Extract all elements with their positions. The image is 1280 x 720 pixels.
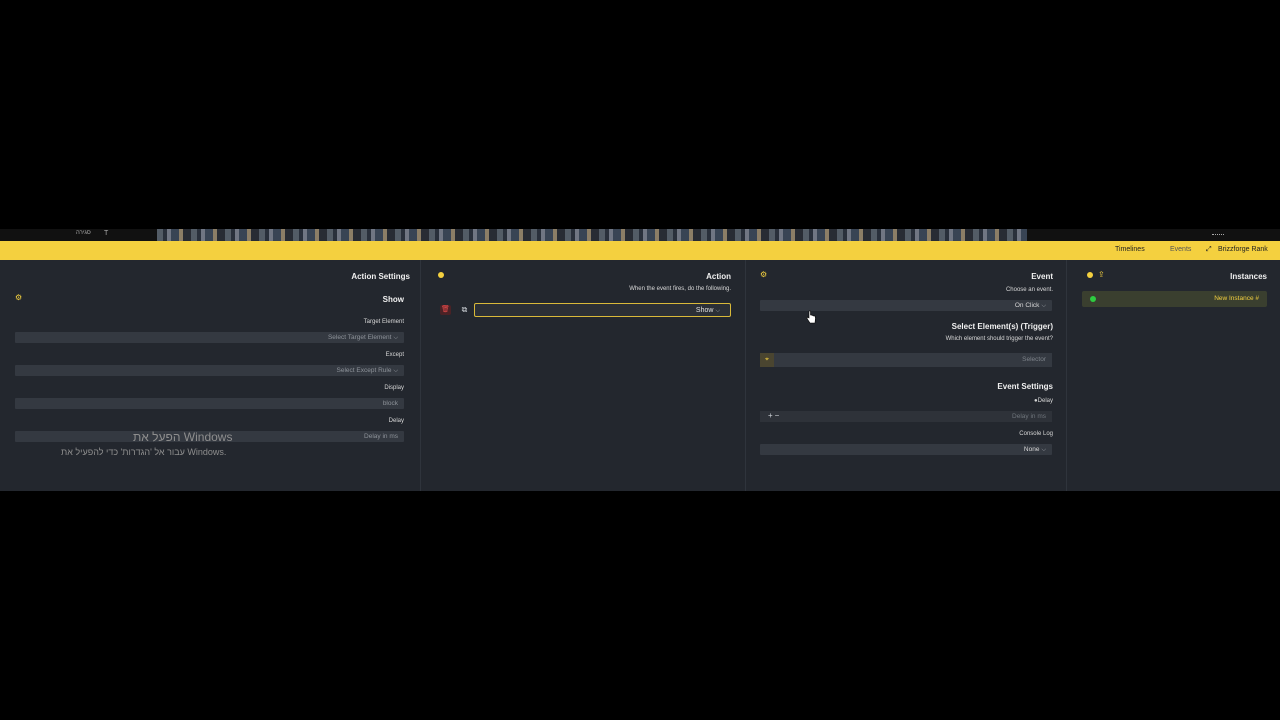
selector-input[interactable]: ⌖ Selector [760, 353, 1052, 367]
except-placeholder: Select Except Rule [336, 367, 392, 374]
chevron-down-icon: ⌵ [393, 335, 398, 341]
link-icon[interactable]: ⤢ [1206, 246, 1212, 254]
chevron-down-icon: ⌵ [393, 368, 398, 374]
activation-watermark-title: הפעל את Windows [133, 430, 233, 444]
event-title: Event [1031, 272, 1053, 281]
except-label: Except [385, 352, 404, 358]
target-element-placeholder: Select Target Element [327, 334, 392, 341]
instance-item[interactable]: New Instance # [1082, 291, 1267, 307]
event-settings-icon[interactable]: ⚙ [760, 271, 767, 279]
background-photo-strip: סגירה T [0, 229, 1280, 241]
picker-icon[interactable]: ⌖ [760, 353, 774, 367]
plus-minus-icon[interactable]: +− [768, 411, 781, 420]
trigger-title: Select Element(s) (Trigger) [951, 322, 1053, 331]
action-title: Action [706, 272, 731, 281]
divider [420, 260, 421, 491]
console-log-value: None [1023, 446, 1040, 453]
display-value: block [382, 400, 398, 407]
instances-title: Instances [1230, 272, 1267, 281]
text-tool-icon[interactable]: T [104, 230, 108, 237]
dots-icon[interactable] [1212, 234, 1224, 237]
duplicate-icon[interactable]: ⧉ [459, 305, 470, 315]
display-label: Display [384, 385, 404, 391]
settings-icon[interactable]: ⚙ [15, 294, 22, 302]
event-type-select[interactable]: On Click ⌵ [760, 300, 1052, 311]
action-settings-title: Action Settings [351, 272, 410, 281]
hand-cursor-icon [806, 310, 816, 324]
divider [745, 260, 746, 491]
nav-rank[interactable]: Brizzforge Rank [1218, 246, 1268, 253]
target-element-select[interactable]: Select Target Element ⌵ [15, 332, 404, 343]
status-dot-icon [1090, 296, 1096, 302]
add-instance-icon[interactable] [1087, 272, 1093, 278]
event-delay-stepper[interactable]: +− Delay in ms [760, 411, 1052, 422]
event-settings-title: Event Settings [997, 382, 1053, 391]
event-delay-text: Delay [1037, 398, 1053, 404]
action-type-select[interactable]: Show ⌵ [474, 303, 731, 317]
nav-events[interactable]: Events [1170, 246, 1191, 253]
console-log-select[interactable]: None ⌵ [760, 444, 1052, 455]
delay-label: Delay [388, 418, 404, 424]
nav-timelines[interactable]: Timelines [1115, 246, 1145, 253]
event-delay-placeholder: Delay in ms [1012, 413, 1046, 420]
chevron-down-icon: ⌵ [1041, 303, 1046, 309]
export-icon[interactable]: ⇪ [1098, 271, 1105, 279]
event-delay-label: ●Delay [990, 398, 1053, 404]
activation-watermark-text: עבור אל 'הגדרות' כדי להפעיל את Windows. [61, 447, 227, 457]
chevron-down-icon: ⌵ [715, 308, 720, 314]
action-subtitle: When the event fires, do the following. [629, 286, 731, 292]
selector-placeholder: Selector [1022, 356, 1046, 363]
action-type-value: Show [695, 307, 714, 314]
instance-label: New Instance # [1214, 295, 1259, 302]
trigger-subtitle: Which element should trigger the event? [945, 336, 1053, 342]
chevron-down-icon: ⌵ [1041, 447, 1046, 453]
trash-icon[interactable]: 🗑 [440, 305, 451, 315]
choose-event-label: Choose an event. [1005, 287, 1053, 293]
top-nav: Timelines Events ⤢ Brizzforge Rank [0, 241, 1280, 260]
target-element-label: Target Element [363, 319, 404, 325]
strip-left-text: סגירה [76, 230, 91, 236]
display-input[interactable]: block [15, 398, 404, 409]
screen: סגירה T Timelines Events ⤢ Brizzforge Ra… [0, 0, 1280, 720]
photo-texture [157, 229, 1027, 241]
event-type-value: On Click [1014, 302, 1040, 309]
console-log-label: Console Log [1019, 431, 1053, 437]
show-section-title: Show [382, 295, 404, 304]
delay-placeholder: Delay in ms [364, 433, 398, 440]
add-action-icon[interactable] [438, 272, 444, 278]
except-select[interactable]: Select Except Rule ⌵ [15, 365, 404, 376]
divider [1066, 260, 1067, 491]
